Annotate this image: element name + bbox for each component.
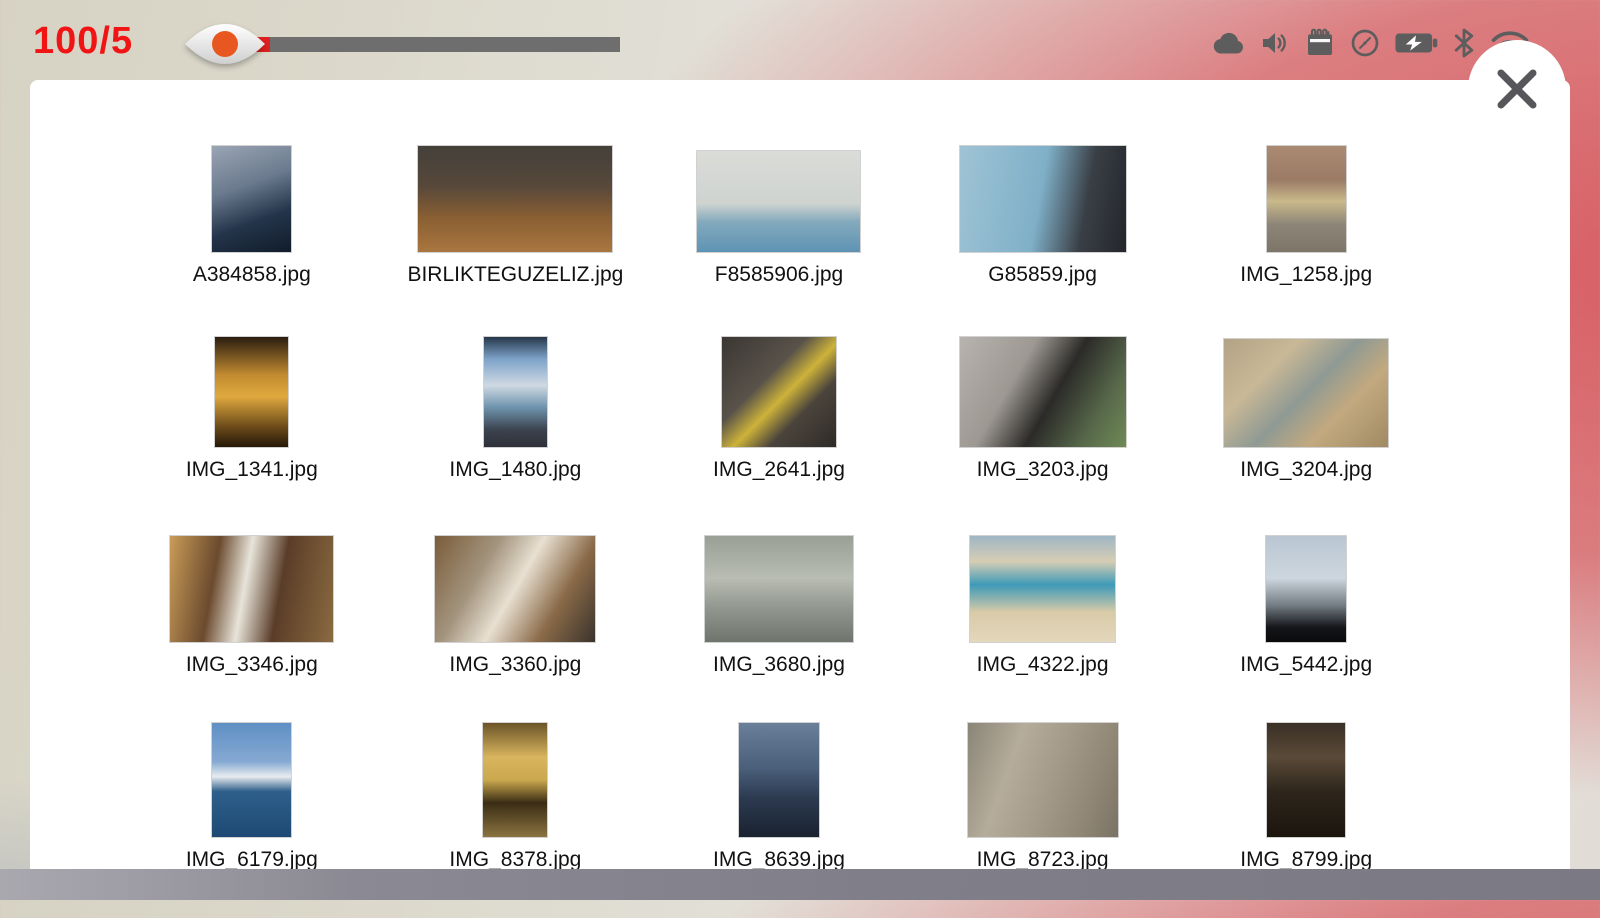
volume-icon [1259,27,1291,59]
photo-thumbnail-box [384,138,648,252]
photo-thumbnail-box [647,138,911,252]
compass-icon [1349,27,1381,59]
gallery-item: F8585906.jpg [647,138,911,333]
gallery-item: IMG_3204.jpg [1174,333,1438,528]
gallery-item: IMG_3346.jpg [120,528,384,723]
counter-label: 100/5 [33,20,133,63]
eye-record-icon[interactable] [183,13,267,80]
gallery-item: IMG_2641.jpg [647,333,911,528]
photo-thumbnail[interactable] [212,723,291,837]
photo-thumbnail-box [1174,138,1438,252]
photo-thumbnail[interactable] [170,536,333,642]
photo-thumbnail-box [384,528,648,642]
gallery-item: IMG_3203.jpg [911,333,1175,528]
photo-thumbnail[interactable] [722,337,836,447]
photo-thumbnail-box [1174,333,1438,447]
photo-thumbnail[interactable] [970,536,1115,642]
photo-thumbnail[interactable] [739,723,819,837]
photo-thumbnail-box [384,723,648,837]
photo-thumbnail[interactable] [484,337,547,447]
close-icon [1493,65,1541,113]
photo-filename: IMG_1341.jpg [186,458,318,482]
photo-thumbnail-box [384,333,648,447]
photo-filename: F8585906.jpg [715,263,843,287]
battery-charging-icon [1394,28,1438,58]
cloud-icon [1210,28,1246,58]
photo-thumbnail-box [120,138,384,252]
photo-thumbnail[interactable] [1266,536,1346,642]
photo-filename: IMG_5442.jpg [1240,653,1372,677]
photo-thumbnail-box [120,528,384,642]
photo-thumbnail-box [911,138,1175,252]
gallery-item: IMG_3360.jpg [384,528,648,723]
photo-filename: IMG_1480.jpg [449,458,581,482]
photo-thumbnail[interactable] [212,146,291,252]
photo-filename: A384858.jpg [193,263,311,287]
photo-thumbnail-box [911,333,1175,447]
gallery-item: G85859.jpg [911,138,1175,333]
photo-thumbnail-box [647,528,911,642]
photo-thumbnail[interactable] [418,146,612,252]
calendar-icon [1304,27,1336,59]
bottom-bar [0,869,1600,900]
photo-filename: G85859.jpg [988,263,1097,287]
close-button[interactable] [1468,40,1566,138]
photo-thumbnail-box [1174,723,1438,837]
photo-filename: IMG_3680.jpg [713,653,845,677]
photo-thumbnail[interactable] [215,337,288,447]
photo-thumbnail-box [647,333,911,447]
photo-thumbnail-box [647,723,911,837]
photo-filename: IMG_1258.jpg [1240,263,1372,287]
photo-filename: IMG_3203.jpg [977,458,1109,482]
gallery-item: IMG_3680.jpg [647,528,911,723]
gallery-item: IMG_1480.jpg [384,333,648,528]
progress-bar[interactable] [252,37,620,52]
photo-filename: IMG_3204.jpg [1240,458,1372,482]
photo-filename: IMG_4322.jpg [977,653,1109,677]
gallery-item: IMG_4322.jpg [911,528,1175,723]
bluetooth-icon [1451,26,1477,60]
gallery-item: IMG_1341.jpg [120,333,384,528]
gallery-item: A384858.jpg [120,138,384,333]
photo-thumbnail[interactable] [960,146,1126,252]
photo-thumbnail[interactable] [1267,723,1345,837]
photo-filename: BIRLIKTEGUZELIZ.jpg [407,263,623,287]
gallery-item: IMG_5442.jpg [1174,528,1438,723]
photo-thumbnail[interactable] [435,536,595,642]
photo-thumbnail-box [1174,528,1438,642]
status-bar: 100/5 [0,0,1600,80]
photo-thumbnail-box [911,723,1175,837]
photo-thumbnail[interactable] [1267,146,1346,252]
photo-thumbnail[interactable] [483,723,547,837]
photo-filename: IMG_3346.jpg [186,653,318,677]
gallery-item: IMG_1258.jpg [1174,138,1438,333]
photo-thumbnail[interactable] [960,337,1126,447]
photo-thumbnail-box [120,333,384,447]
photo-thumbnail[interactable] [705,536,853,642]
photo-thumbnail[interactable] [968,723,1118,837]
photo-filename: IMG_2641.jpg [713,458,845,482]
photo-filename: IMG_3360.jpg [449,653,581,677]
photo-thumbnail-box [120,723,384,837]
photo-thumbnail-box [911,528,1175,642]
photo-thumbnail[interactable] [697,151,860,252]
gallery-item: BIRLIKTEGUZELIZ.jpg [384,138,648,333]
photo-thumbnail[interactable] [1224,339,1388,447]
gallery-grid: A384858.jpg BIRLIKTEGUZELIZ.jpg F8585906.j… [120,138,1438,918]
